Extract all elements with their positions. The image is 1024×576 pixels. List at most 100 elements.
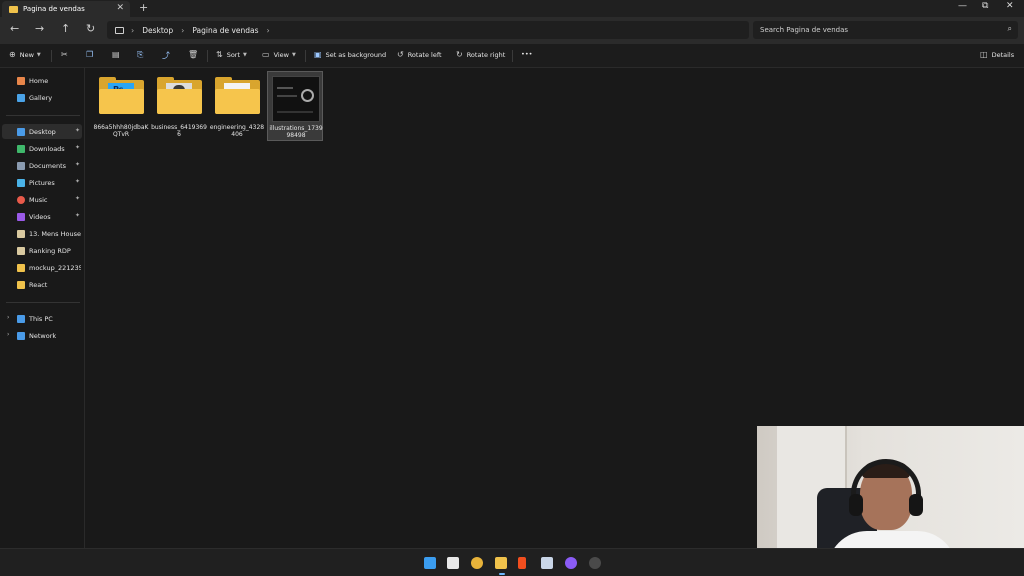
divider [51, 50, 52, 62]
gallery-icon [17, 93, 25, 102]
browser-purple-icon[interactable] [565, 557, 577, 569]
rotate-right-icon: ↻ [456, 50, 463, 59]
sidebar-item-label: mockup_221235242 [29, 263, 81, 272]
navigation-pane: Home Gallery Desktop ✦ Downloads ✦ Docum… [0, 68, 85, 548]
rotate-left-button[interactable]: ↺ Rotate left [397, 50, 442, 59]
file-item-folder[interactable]: business_64193696 [151, 71, 207, 141]
paste-button[interactable]: ▤ [112, 50, 124, 59]
sidebar-item-home[interactable]: Home [2, 73, 82, 88]
sidebar-item-network[interactable]: › Network [2, 328, 82, 343]
file-item-folder[interactable]: engineering_4328406 [209, 71, 265, 141]
sidebar-item-mens-house[interactable]: 13. Mens House [2, 226, 82, 241]
tab-title: Pagina de vendas [23, 5, 85, 13]
sidebar-item-label: Network [29, 331, 57, 340]
up-button[interactable]: ↑ [61, 22, 70, 35]
sidebar-item-mockup[interactable]: mockup_221235242 [2, 260, 82, 275]
maximize-button[interactable]: ⧉ [982, 1, 988, 11]
search-placeholder: Search Pagina de vendas [760, 26, 849, 34]
copy-icon: ❐ [86, 50, 94, 59]
document-icon [17, 229, 25, 238]
divider [207, 50, 208, 62]
folder-icon [17, 263, 25, 272]
home-icon [17, 76, 25, 85]
sidebar-item-label: React [29, 280, 48, 289]
figma-icon[interactable] [518, 557, 526, 569]
photoshop-icon[interactable] [541, 557, 553, 569]
sidebar-item-react[interactable]: React [2, 277, 82, 292]
sort-label: Sort [226, 50, 241, 59]
view-label: View [273, 50, 289, 59]
pictures-icon [17, 178, 25, 187]
sidebar-item-this-pc[interactable]: › This PC [2, 311, 82, 326]
documents-icon [17, 161, 25, 170]
sidebar-item-downloads[interactable]: Downloads ✦ [2, 141, 82, 156]
breadcrumb-pagina-de-vendas[interactable]: Pagina de vendas [192, 26, 258, 35]
refresh-button[interactable]: ↻ [86, 22, 95, 35]
new-button[interactable]: ⊕ New ▼ [9, 50, 41, 59]
search-input[interactable]: Search Pagina de vendas ⌕ [753, 21, 1018, 39]
minimize-button[interactable]: — [958, 1, 967, 11]
copy-button[interactable]: ❐ [86, 50, 97, 59]
chevron-down-icon: ▼ [243, 51, 247, 58]
new-tab-button[interactable]: + [139, 1, 148, 14]
trash-icon: 🗑 [188, 50, 199, 59]
chevron-right-icon[interactable]: › [267, 26, 270, 35]
sidebar-item-documents[interactable]: Documents ✦ [2, 158, 82, 173]
sidebar-item-label: Ranking RDP [29, 246, 71, 255]
steam-icon[interactable] [589, 557, 601, 569]
share-button[interactable]: ⤴ [162, 50, 174, 61]
cut-button[interactable]: ✂ [61, 50, 72, 59]
rotate-right-button[interactable]: ↻ Rotate right [456, 50, 505, 59]
file-name: 866a5hhh80jdbaKQTvR [93, 124, 149, 138]
plus-circle-icon: ⊕ [9, 50, 16, 59]
file-item-image[interactable]: illustrations_173998498 [267, 71, 323, 141]
sidebar-item-label: Pictures [29, 178, 55, 187]
pin-icon: ✦ [74, 212, 80, 219]
sidebar-item-label: Music [29, 195, 48, 204]
sidebar-item-ranking-rdp[interactable]: Ranking RDP [2, 243, 82, 258]
chevron-right-icon[interactable]: › [131, 26, 134, 35]
videos-icon [17, 212, 25, 221]
chevron-right-icon[interactable]: › [7, 314, 9, 321]
windows-start-icon[interactable] [424, 557, 436, 569]
sort-button[interactable]: ⇅ Sort ▼ [216, 50, 247, 59]
document-icon [17, 246, 25, 255]
set-as-background-button[interactable]: ▣ Set as background [314, 50, 386, 59]
rename-button[interactable]: ⎘ [137, 50, 147, 60]
network-icon [17, 331, 25, 340]
sidebar-item-gallery[interactable]: Gallery [2, 90, 82, 105]
back-button[interactable]: ← [10, 22, 19, 35]
chevron-right-icon[interactable]: › [7, 331, 9, 338]
breadcrumb-desktop[interactable]: Desktop [142, 26, 173, 35]
close-window-button[interactable]: ✕ [1006, 1, 1014, 11]
sidebar-divider [6, 302, 80, 303]
sidebar-item-label: 13. Mens House [29, 229, 81, 238]
download-icon [17, 144, 25, 153]
new-label: New [19, 50, 34, 59]
details-button[interactable]: ◫ Details [980, 50, 1014, 59]
sidebar-item-videos[interactable]: Videos ✦ [2, 209, 82, 224]
file-item-folder[interactable]: Ps 866a5hhh80jdbaKQTvR [93, 71, 149, 141]
active-indicator [499, 573, 505, 575]
close-tab-icon[interactable]: ✕ [116, 3, 124, 13]
chevron-down-icon: ▼ [292, 51, 296, 58]
chrome-icon[interactable] [471, 557, 483, 569]
chevron-right-icon[interactable]: › [181, 26, 184, 35]
sidebar-item-label: Gallery [29, 93, 53, 102]
pin-icon: ✦ [74, 161, 80, 168]
tab-pagina-de-vendas[interactable]: Pagina de vendas ✕ [2, 1, 130, 17]
address-bar[interactable]: › Desktop › Pagina de vendas › [107, 21, 749, 39]
tab-bar: Pagina de vendas ✕ + — ⧉ ✕ [0, 0, 1024, 17]
sidebar-item-desktop[interactable]: Desktop ✦ [2, 124, 82, 139]
file-explorer-icon[interactable] [495, 557, 507, 569]
scissors-icon: ✂ [61, 50, 68, 59]
view-button[interactable]: ▭ View ▼ [262, 50, 296, 59]
sidebar-item-pictures[interactable]: Pictures ✦ [2, 175, 82, 190]
music-icon [17, 195, 25, 204]
sidebar-item-label: Desktop [29, 127, 56, 136]
sidebar-item-music[interactable]: Music ✦ [2, 192, 82, 207]
more-options-button[interactable]: ••• [521, 50, 533, 58]
delete-button[interactable]: 🗑 [188, 50, 202, 59]
forward-button[interactable]: → [35, 22, 44, 35]
notion-icon[interactable] [447, 557, 459, 569]
